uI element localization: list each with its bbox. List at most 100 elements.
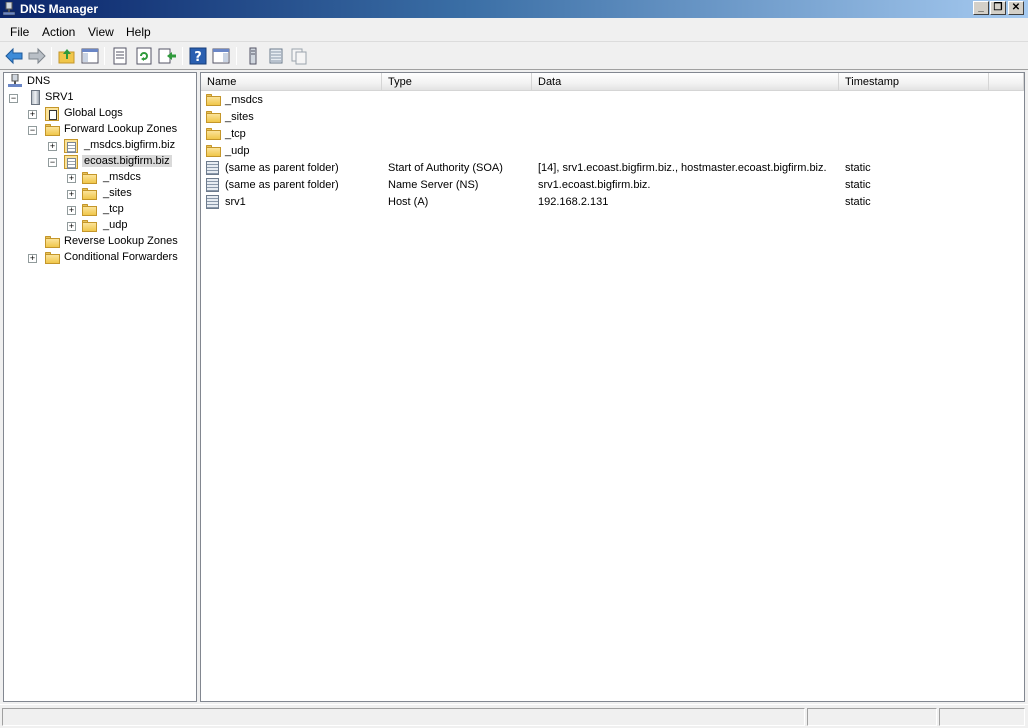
list-row[interactable]: srv1 Host (A) 192.168.2.131 static	[201, 194, 1024, 211]
collapse-icon[interactable]: −	[28, 126, 37, 135]
expand-icon[interactable]: +	[67, 190, 76, 199]
expand-icon[interactable]: +	[48, 142, 57, 151]
console-tree[interactable]: DNS − SRV1 + Global Logs − Forward Looku…	[3, 72, 197, 702]
folder-icon	[82, 204, 97, 216]
folder-icon	[45, 236, 60, 248]
list-row[interactable]: _tcp	[201, 126, 1024, 143]
tree-item-label: Forward Lookup Zones	[64, 123, 178, 135]
expand-icon[interactable]: +	[28, 254, 37, 263]
tree-item-label: _msdcs.bigfirm.biz	[84, 139, 176, 151]
folder-icon	[206, 145, 221, 157]
cell-name: srv1	[225, 196, 246, 208]
collapse-icon[interactable]: −	[48, 158, 57, 167]
refresh-icon[interactable]	[134, 46, 154, 66]
svg-text:?: ?	[194, 50, 202, 65]
toolbar-separator	[236, 47, 237, 65]
status-pane-secondary	[807, 708, 937, 726]
show-hide-action-pane-icon[interactable]	[211, 46, 231, 66]
list-row[interactable]: (same as parent folder) Name Server (NS)…	[201, 177, 1024, 194]
record-icon	[206, 178, 219, 192]
folder-icon	[206, 94, 221, 106]
tree-item-label: _udp	[103, 219, 128, 231]
column-header-type[interactable]: Type	[382, 73, 532, 91]
back-icon[interactable]	[4, 46, 24, 66]
folder-icon	[82, 188, 97, 200]
cell-name: _msdcs	[225, 94, 263, 106]
folder-icon	[45, 252, 60, 264]
tree-item-label: ecoast.bigfirm.biz	[82, 155, 172, 167]
forward-icon[interactable]	[27, 46, 47, 66]
help-icon[interactable]: ?	[188, 46, 208, 66]
status-pane-main	[2, 708, 805, 726]
toolbar-separator	[104, 47, 105, 65]
record-icon	[206, 195, 219, 209]
menu-help[interactable]: Help	[126, 25, 151, 39]
properties-icon[interactable]	[110, 46, 130, 66]
menu-bar: File Action View Help	[0, 20, 1028, 42]
record-icon[interactable]	[266, 46, 286, 66]
list-row[interactable]: _sites	[201, 109, 1024, 126]
tree-item-label: SRV1	[45, 91, 74, 103]
column-header-name[interactable]: Name	[201, 73, 382, 91]
cell-name: (same as parent folder)	[225, 179, 339, 191]
cell-name: _udp	[225, 145, 250, 157]
restore-button[interactable]: ❐	[990, 1, 1006, 15]
collapse-icon[interactable]: −	[9, 94, 18, 103]
folder-icon	[206, 111, 221, 123]
up-folder-icon[interactable]	[57, 46, 77, 66]
cell-timestamp: static	[845, 196, 871, 208]
cell-data: 192.168.2.131	[538, 196, 609, 208]
dns-icon	[3, 2, 15, 16]
cell-timestamp: static	[845, 179, 871, 191]
cell-type: Start of Authority (SOA)	[388, 162, 503, 174]
list-row[interactable]: _udp	[201, 143, 1024, 160]
tree-item-label: Reverse Lookup Zones	[64, 235, 178, 247]
show-hide-tree-icon[interactable]	[80, 46, 100, 66]
status-bar	[0, 704, 1028, 728]
zone-icon	[64, 139, 78, 153]
expand-icon[interactable]: +	[67, 206, 76, 215]
cell-name: (same as parent folder)	[225, 162, 339, 174]
column-header-timestamp[interactable]: Timestamp	[839, 73, 989, 91]
tree-item-label: _msdcs	[103, 171, 141, 183]
list-row[interactable]: _msdcs	[201, 92, 1024, 109]
tree-item-label: DNS	[27, 75, 51, 87]
menu-file[interactable]: File	[10, 25, 29, 39]
column-header-filler	[989, 73, 1024, 91]
close-button[interactable]: ✕	[1008, 1, 1024, 15]
title-bar: DNS Manager _ ❐ ✕	[0, 0, 1028, 18]
record-icon	[206, 161, 219, 175]
expand-icon[interactable]: +	[67, 222, 76, 231]
tree-item-label: Global Logs	[64, 107, 123, 119]
tree-item-label: Conditional Forwarders	[64, 251, 178, 263]
cell-name: _tcp	[225, 128, 246, 140]
cell-type: Name Server (NS)	[388, 179, 479, 191]
tree-item-label: _tcp	[103, 203, 124, 215]
minimize-button[interactable]: _	[973, 1, 989, 15]
results-list[interactable]: Name Type Data Timestamp _msdcs _sites _…	[200, 72, 1025, 702]
tree-item-label: _sites	[103, 187, 132, 199]
logs-icon	[45, 107, 59, 121]
list-row[interactable]: (same as parent folder) Start of Authori…	[201, 160, 1024, 177]
cell-type: Host (A)	[388, 196, 429, 208]
toolbar: ?	[0, 43, 1028, 70]
column-header-data[interactable]: Data	[532, 73, 839, 91]
cell-data: srv1.ecoast.bigfirm.biz.	[538, 179, 651, 191]
toolbar-separator	[51, 47, 52, 65]
menu-view[interactable]: View	[88, 25, 114, 39]
export-list-icon[interactable]	[157, 46, 177, 66]
expand-icon[interactable]: +	[28, 110, 37, 119]
status-pane-tertiary	[939, 708, 1025, 726]
toolbar-separator	[182, 47, 183, 65]
folder-icon	[206, 128, 221, 140]
folder-icon	[82, 172, 97, 184]
cell-data: [14], srv1.ecoast.bigfirm.biz., hostmast…	[538, 162, 827, 174]
expand-icon[interactable]: +	[67, 174, 76, 183]
zone-icon	[64, 155, 78, 169]
server-icon[interactable]	[243, 46, 263, 66]
cell-timestamp: static	[845, 162, 871, 174]
menu-action[interactable]: Action	[42, 25, 75, 39]
zone-delegation-icon[interactable]	[289, 46, 309, 66]
window-title: DNS Manager	[20, 2, 99, 16]
folder-icon	[45, 124, 60, 136]
